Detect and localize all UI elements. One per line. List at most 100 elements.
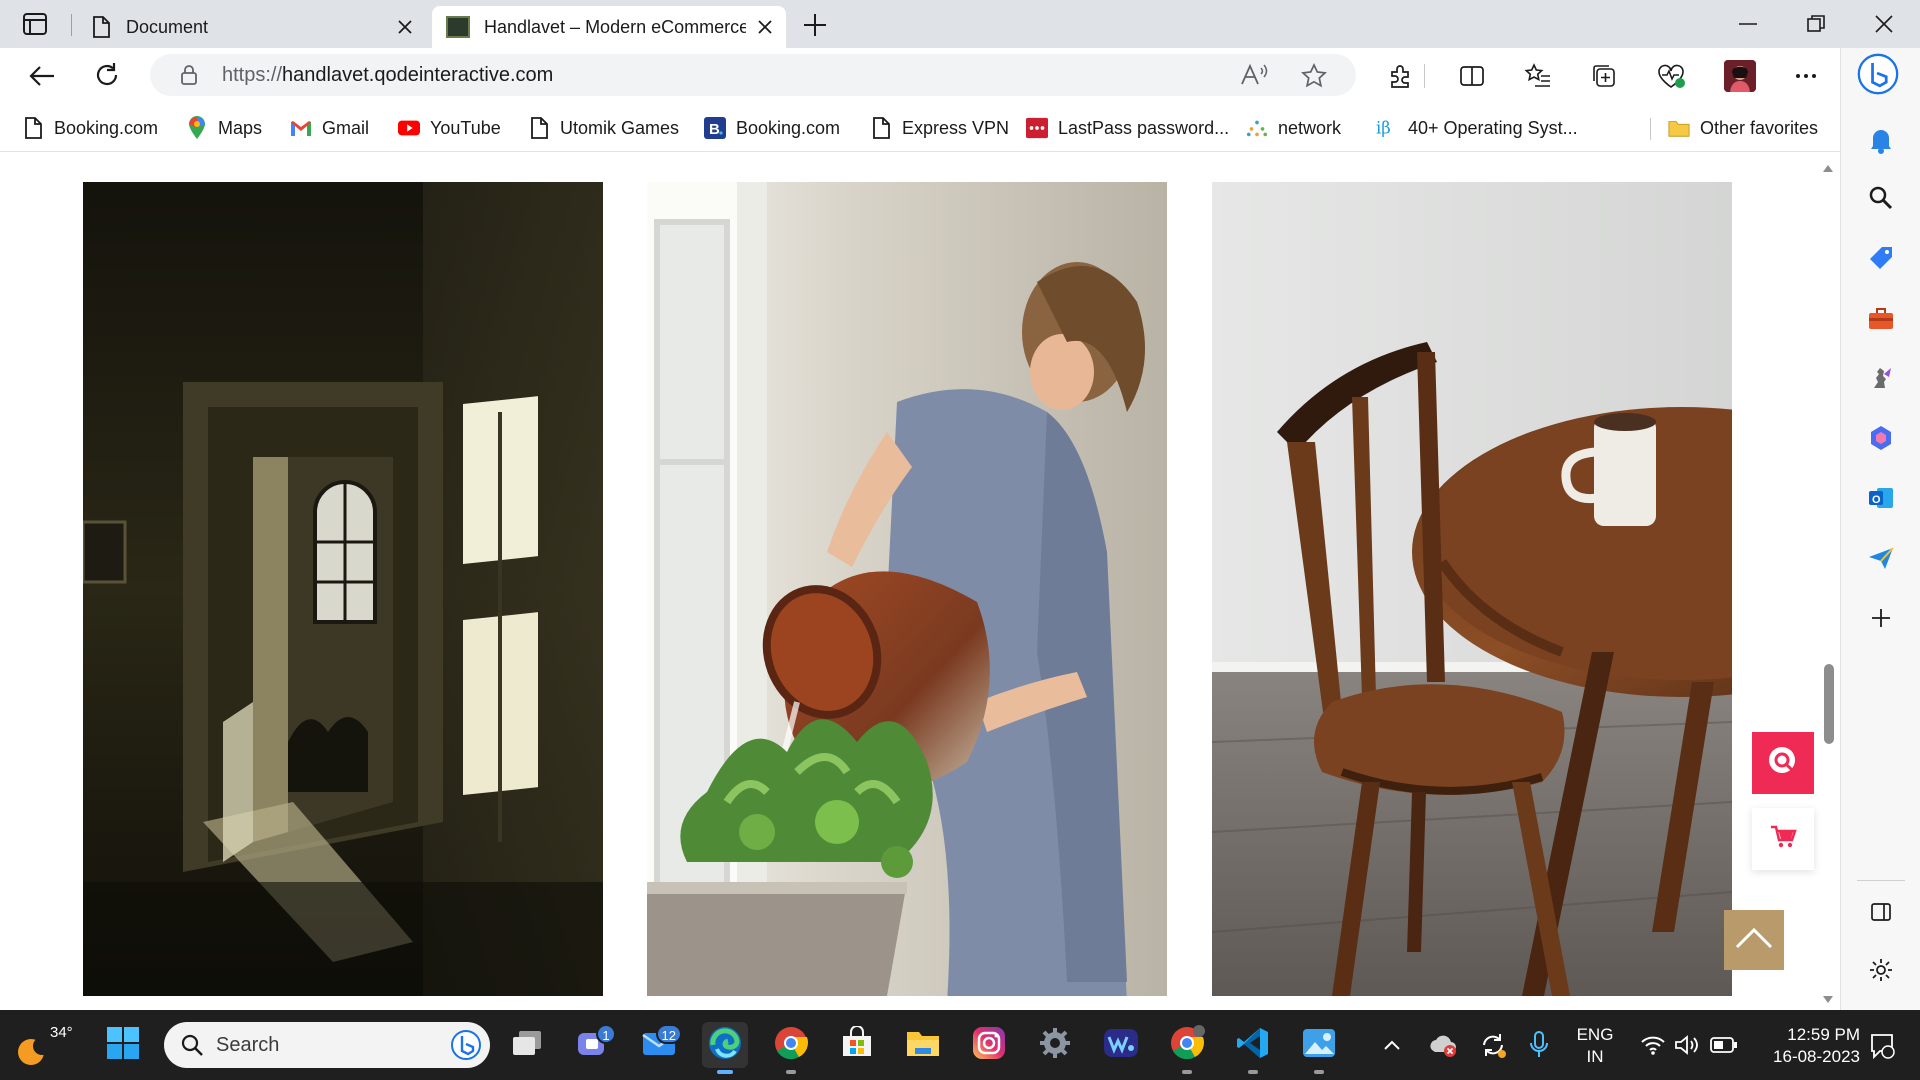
favorite-lastpass[interactable]: LastPass password... bbox=[1026, 114, 1229, 142]
microsoft-store-icon bbox=[840, 1024, 874, 1065]
tab-document[interactable]: Document bbox=[72, 6, 426, 48]
scroll-down-arrow-icon[interactable] bbox=[1822, 992, 1834, 1010]
favorite-booking[interactable]: Booking.com bbox=[22, 114, 158, 142]
favorite-other-favorites[interactable]: Other favorites bbox=[1668, 114, 1818, 142]
file-explorer-button[interactable] bbox=[900, 1022, 946, 1068]
w-app-button[interactable] bbox=[1098, 1022, 1144, 1068]
restore-icon[interactable] bbox=[1804, 12, 1828, 36]
vscode-app-button[interactable] bbox=[1230, 1022, 1276, 1074]
favorites-list-icon[interactable] bbox=[1524, 62, 1552, 90]
store-app-button[interactable] bbox=[834, 1022, 880, 1068]
tab-strip: Document Handlavet – Modern eCommerce bbox=[0, 0, 1920, 48]
sync-icon[interactable] bbox=[1478, 1030, 1508, 1060]
teams-chat-button[interactable]: 1 bbox=[570, 1022, 616, 1068]
active-indicator bbox=[717, 1070, 733, 1074]
svg-text:iβ: iβ bbox=[1376, 119, 1391, 138]
gallery-photo-chair-table[interactable] bbox=[1212, 182, 1732, 996]
photos-app-button[interactable] bbox=[1296, 1022, 1342, 1074]
back-to-top-button[interactable] bbox=[1724, 910, 1784, 970]
network-icon bbox=[1246, 117, 1268, 139]
onedrive-error-icon[interactable] bbox=[1428, 1032, 1458, 1058]
scroll-up-arrow-icon[interactable] bbox=[1822, 160, 1834, 178]
volume-icon[interactable] bbox=[1674, 1034, 1700, 1056]
favorite-network[interactable]: network bbox=[1246, 114, 1341, 142]
favorite-utomik[interactable]: Utomik Games bbox=[528, 114, 679, 142]
refresh-icon[interactable] bbox=[92, 60, 122, 90]
close-icon[interactable] bbox=[394, 16, 416, 38]
tab-handlavet[interactable]: Handlavet – Modern eCommerce bbox=[432, 6, 786, 48]
bing-icon[interactable] bbox=[450, 1029, 482, 1066]
favorite-booking-b[interactable]: B Booking.com bbox=[704, 114, 840, 142]
settings-app-button[interactable] bbox=[1032, 1022, 1078, 1068]
favorite-star-icon[interactable] bbox=[1300, 62, 1328, 90]
browser-essentials-icon[interactable] bbox=[1656, 62, 1686, 90]
show-hidden-icons-chevron-icon[interactable] bbox=[1380, 1034, 1404, 1056]
games-chess-icon[interactable] bbox=[1863, 360, 1899, 396]
mail-app-button[interactable]: 12 bbox=[636, 1022, 682, 1068]
start-button[interactable] bbox=[100, 1022, 146, 1068]
favorite-label: Booking.com bbox=[54, 117, 159, 138]
back-arrow-icon[interactable] bbox=[26, 62, 58, 90]
svg-text:O: O bbox=[1872, 494, 1881, 506]
task-view-button[interactable] bbox=[504, 1022, 550, 1068]
chrome-profile-app-button[interactable] bbox=[1164, 1022, 1210, 1074]
site-favicon-icon bbox=[446, 16, 470, 38]
collections-icon[interactable] bbox=[1590, 62, 1618, 90]
notifications-bell-icon[interactable] bbox=[1863, 122, 1899, 158]
shopping-tag-icon[interactable] bbox=[1863, 240, 1899, 276]
add-sidebar-app-icon[interactable] bbox=[1863, 600, 1899, 636]
instagram-app-button[interactable] bbox=[966, 1022, 1012, 1068]
bing-copilot-icon[interactable] bbox=[1857, 53, 1899, 95]
floating-cart-button[interactable] bbox=[1752, 808, 1814, 870]
read-aloud-icon[interactable] bbox=[1240, 62, 1268, 88]
sidebar-divider bbox=[1857, 880, 1905, 881]
battery-icon[interactable] bbox=[1710, 1036, 1738, 1054]
chrome-app-button[interactable] bbox=[768, 1022, 814, 1074]
edge-app-button[interactable] bbox=[702, 1022, 748, 1074]
favorite-operating-systems[interactable]: iβ 40+ Operating Syst... bbox=[1376, 114, 1578, 142]
minimize-icon[interactable] bbox=[1736, 12, 1760, 36]
settings-gear-icon[interactable] bbox=[1863, 952, 1899, 988]
scrollbar-thumb[interactable] bbox=[1824, 664, 1834, 744]
hide-sidebar-icon[interactable] bbox=[1863, 894, 1899, 930]
close-icon[interactable] bbox=[754, 16, 776, 38]
outlook-icon[interactable]: O bbox=[1863, 480, 1899, 516]
favorite-label: LastPass password... bbox=[1058, 117, 1230, 138]
split-screen-icon[interactable] bbox=[1458, 62, 1486, 90]
microphone-icon[interactable] bbox=[1528, 1030, 1550, 1060]
url-field[interactable]: https://handlavet.qodeinteractive.com bbox=[150, 54, 1356, 96]
search-placeholder: Search bbox=[216, 1034, 280, 1056]
floating-search-button[interactable] bbox=[1752, 732, 1814, 794]
booking-b-icon: B bbox=[704, 117, 726, 139]
windows-logo-icon bbox=[106, 1026, 140, 1065]
search-icon[interactable] bbox=[1863, 180, 1899, 216]
send-plane-icon[interactable] bbox=[1863, 540, 1899, 576]
input-language-indicator[interactable]: ENG IN bbox=[1570, 1024, 1620, 1068]
region-code: IN bbox=[1586, 1047, 1604, 1066]
gallery-photo-watering-plants[interactable] bbox=[647, 182, 1167, 996]
profile-avatar[interactable] bbox=[1724, 60, 1756, 92]
tab-actions-icon[interactable] bbox=[22, 12, 48, 36]
lock-icon[interactable] bbox=[178, 64, 200, 86]
weather-widget[interactable]: 34° bbox=[16, 1022, 73, 1068]
favorite-maps[interactable]: Maps bbox=[186, 114, 262, 142]
taskbar-search-box[interactable]: Search bbox=[164, 1022, 490, 1068]
page-icon bbox=[870, 117, 892, 139]
edge-browser-icon bbox=[707, 1025, 743, 1066]
window-close-icon[interactable] bbox=[1872, 12, 1896, 36]
gallery-photo-doorway[interactable] bbox=[83, 182, 603, 996]
address-bar-row: https://handlavet.qodeinteractive.com bbox=[0, 48, 1920, 104]
new-tab-icon[interactable] bbox=[800, 10, 830, 40]
more-options-icon[interactable] bbox=[1792, 62, 1820, 90]
tools-briefcase-icon[interactable] bbox=[1863, 300, 1899, 336]
notification-center-icon[interactable] bbox=[1868, 1032, 1896, 1060]
favorite-youtube[interactable]: YouTube bbox=[398, 114, 501, 142]
taskbar-clock[interactable]: 12:59 PM 16-08-2023 bbox=[1750, 1024, 1860, 1068]
microsoft-365-icon[interactable] bbox=[1863, 420, 1899, 456]
favorite-expressvpn[interactable]: Express VPN bbox=[870, 114, 1009, 142]
favorite-gmail[interactable]: Gmail bbox=[290, 114, 369, 142]
favorite-label: Booking.com bbox=[736, 117, 841, 138]
wifi-icon[interactable] bbox=[1640, 1034, 1666, 1056]
extensions-icon[interactable] bbox=[1386, 62, 1414, 90]
page-scrollbar[interactable] bbox=[1816, 152, 1840, 1010]
